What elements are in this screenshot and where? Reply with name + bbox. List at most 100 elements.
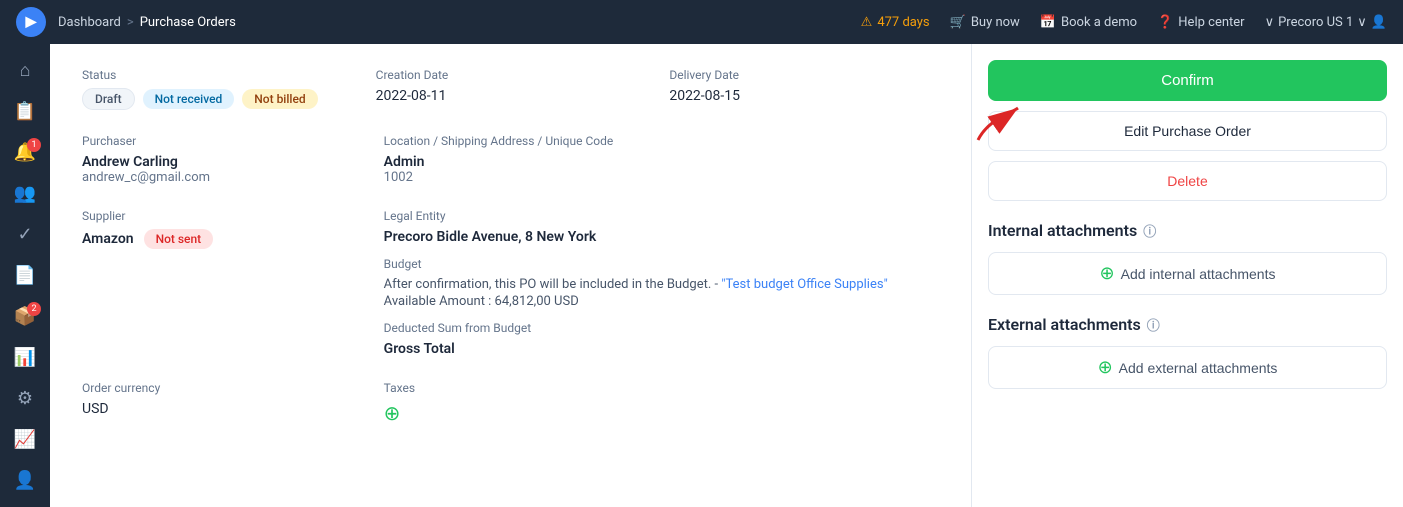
sidebar-item-trend[interactable]: 📈: [7, 423, 43, 456]
sidebar-item-alerts[interactable]: 🔔 1: [7, 136, 43, 169]
fields-row-2: Purchaser Andrew Carling andrew_c@gmail.…: [82, 134, 939, 185]
status-field: Status Draft Not received Not billed: [82, 68, 352, 110]
warning-icon: ⚠: [861, 15, 873, 30]
breadcrumb-sep1: >: [127, 15, 134, 30]
budget-link[interactable]: "Test budget Office Supplies": [721, 277, 887, 292]
sidebar-item-orders[interactable]: 📋: [7, 95, 43, 128]
warning-banner[interactable]: ⚠ 477 days: [861, 15, 930, 30]
internal-attachments-label: Internal attachments: [988, 221, 1137, 240]
badge-not-sent: Not sent: [144, 229, 214, 249]
deducted-sum-value: Gross Total: [384, 341, 939, 357]
delete-button[interactable]: Delete: [988, 161, 1387, 201]
add-internal-attachments-button[interactable]: ⊕ Add internal attachments: [988, 252, 1387, 295]
creation-date-value: 2022-08-11: [376, 88, 646, 104]
delivery-date-field: Delivery Date 2022-08-15: [669, 68, 939, 110]
fields-row-3: Supplier Amazon Not sent Legal Entity Pr…: [82, 209, 939, 357]
delivery-date-value: 2022-08-15: [669, 88, 939, 104]
supplier-field: Supplier Amazon Not sent: [82, 209, 360, 357]
legal-entity-value: Precoro Bidle Avenue, 8 New York: [384, 229, 939, 245]
status-label: Status: [82, 68, 352, 82]
fields-row-4: Order currency USD Taxes ⊕: [82, 381, 939, 425]
order-currency-label: Order currency: [82, 381, 360, 395]
location-label: Location / Shipping Address / Unique Cod…: [384, 134, 939, 148]
topnav-right: ⚠ 477 days 🛒 Buy now 📅 Book a demo ❓ Hel…: [861, 15, 1387, 30]
edit-purchase-order-button[interactable]: Edit Purchase Order: [988, 111, 1387, 151]
sidebar-item-checklist[interactable]: ✓: [7, 218, 43, 251]
sidebar: ⌂ 📋 🔔 1 👥 ✓ 📄 📦 2 📊 ⚙ 📈 👤: [0, 44, 50, 507]
creation-date-label: Creation Date: [376, 68, 646, 82]
fields-row-1: Status Draft Not received Not billed Cre…: [82, 68, 939, 110]
add-external-label: Add external attachments: [1119, 360, 1278, 376]
chevron-down-icon: ∨: [1265, 15, 1275, 30]
add-external-attachments-button[interactable]: ⊕ Add external attachments: [988, 346, 1387, 389]
budget-description: After confirmation, this PO will be incl…: [384, 277, 939, 292]
help-center-label: Help center: [1178, 15, 1244, 30]
supplier-label: Supplier: [82, 209, 360, 223]
user-avatar-icon: 👤: [1371, 15, 1387, 30]
sidebar-item-analytics[interactable]: 📊: [7, 341, 43, 374]
status-badges: Draft Not received Not billed: [82, 88, 352, 110]
alert-badge: 1: [27, 138, 41, 152]
buy-now-label: Buy now: [971, 15, 1020, 30]
chevron-down-icon-2: ∨: [1357, 15, 1367, 30]
user-name: Precoro US 1: [1278, 15, 1353, 30]
sidebar-item-settings[interactable]: ⚙: [7, 382, 43, 415]
sidebar-item-receive[interactable]: 📦 2: [7, 300, 43, 333]
book-demo-label: Book a demo: [1061, 15, 1137, 30]
book-demo-button[interactable]: 📅 Book a demo: [1040, 15, 1137, 30]
receive-badge: 2: [27, 302, 41, 316]
badge-not-received: Not received: [143, 89, 235, 109]
purchaser-email: andrew_c@gmail.com: [82, 170, 360, 185]
deducted-sum-label: Deducted Sum from Budget: [384, 321, 939, 335]
purchaser-label: Purchaser: [82, 134, 360, 148]
order-currency-value: USD: [82, 401, 360, 417]
warning-text: 477 days: [877, 15, 929, 30]
legal-budget-field: Legal Entity Precoro Bidle Avenue, 8 New…: [384, 209, 939, 357]
external-attachments-info-icon: ⓘ: [1147, 315, 1160, 334]
order-currency-field: Order currency USD: [82, 381, 360, 425]
internal-attachments-section: Internal attachments ⓘ ⊕ Add internal at…: [988, 221, 1387, 295]
internal-attachments-title: Internal attachments ⓘ: [988, 221, 1387, 240]
location-name: Admin: [384, 154, 939, 170]
help-center-button[interactable]: ❓ Help center: [1157, 15, 1244, 30]
sidebar-item-people[interactable]: 👥: [7, 177, 43, 210]
main-layout: ⌂ 📋 🔔 1 👥 ✓ 📄 📦 2 📊 ⚙ 📈 👤 Status Draft: [0, 44, 1403, 507]
location-code: 1002: [384, 170, 939, 185]
buy-now-button[interactable]: 🛒 Buy now: [950, 15, 1020, 30]
breadcrumb: Dashboard > Purchase Orders: [58, 15, 236, 30]
sidebar-item-home[interactable]: ⌂: [7, 54, 43, 87]
detail-sidebar: Confirm Edit Purchase Order Delete: [971, 44, 1403, 507]
delivery-date-label: Delivery Date: [669, 68, 939, 82]
top-navigation: ▶ Dashboard > Purchase Orders ⚠ 477 days…: [0, 0, 1403, 44]
breadcrumb-home[interactable]: Dashboard: [58, 15, 121, 30]
external-attachments-section: External attachments ⓘ ⊕ Add external at…: [988, 315, 1387, 389]
plus-circle-icon: ⊕: [1100, 263, 1115, 284]
supplier-row: Amazon Not sent: [82, 229, 360, 249]
purchaser-field: Purchaser Andrew Carling andrew_c@gmail.…: [82, 134, 360, 185]
calendar-icon: 📅: [1040, 15, 1056, 30]
cart-icon: 🛒: [950, 15, 966, 30]
location-field: Location / Shipping Address / Unique Cod…: [384, 134, 939, 185]
supplier-name: Amazon: [82, 231, 134, 247]
logo[interactable]: ▶: [16, 7, 46, 37]
internal-attachments-info-icon: ⓘ: [1143, 221, 1156, 240]
add-tax-button[interactable]: ⊕: [384, 401, 939, 425]
breadcrumb-current: Purchase Orders: [140, 15, 236, 30]
budget-label: Budget: [384, 257, 939, 271]
logo-icon: ▶: [26, 14, 37, 30]
budget-desc-text: After confirmation, this PO will be incl…: [384, 277, 718, 292]
help-icon: ❓: [1157, 15, 1173, 30]
creation-date-field: Creation Date 2022-08-11: [376, 68, 646, 110]
user-menu[interactable]: ∨ Precoro US 1 ∨ 👤: [1265, 15, 1387, 30]
confirm-button[interactable]: Confirm: [988, 60, 1387, 101]
detail-main: Status Draft Not received Not billed Cre…: [50, 44, 971, 507]
external-attachments-label: External attachments: [988, 315, 1141, 334]
taxes-field: Taxes ⊕: [384, 381, 939, 425]
detail-panel: Status Draft Not received Not billed Cre…: [50, 44, 1403, 507]
sidebar-item-user[interactable]: 👤: [7, 464, 43, 497]
purchaser-name: Andrew Carling: [82, 154, 360, 170]
badge-draft: Draft: [82, 88, 135, 110]
arrow-container: Confirm: [988, 60, 1387, 111]
sidebar-item-invoice[interactable]: 📄: [7, 259, 43, 292]
taxes-label: Taxes: [384, 381, 939, 395]
